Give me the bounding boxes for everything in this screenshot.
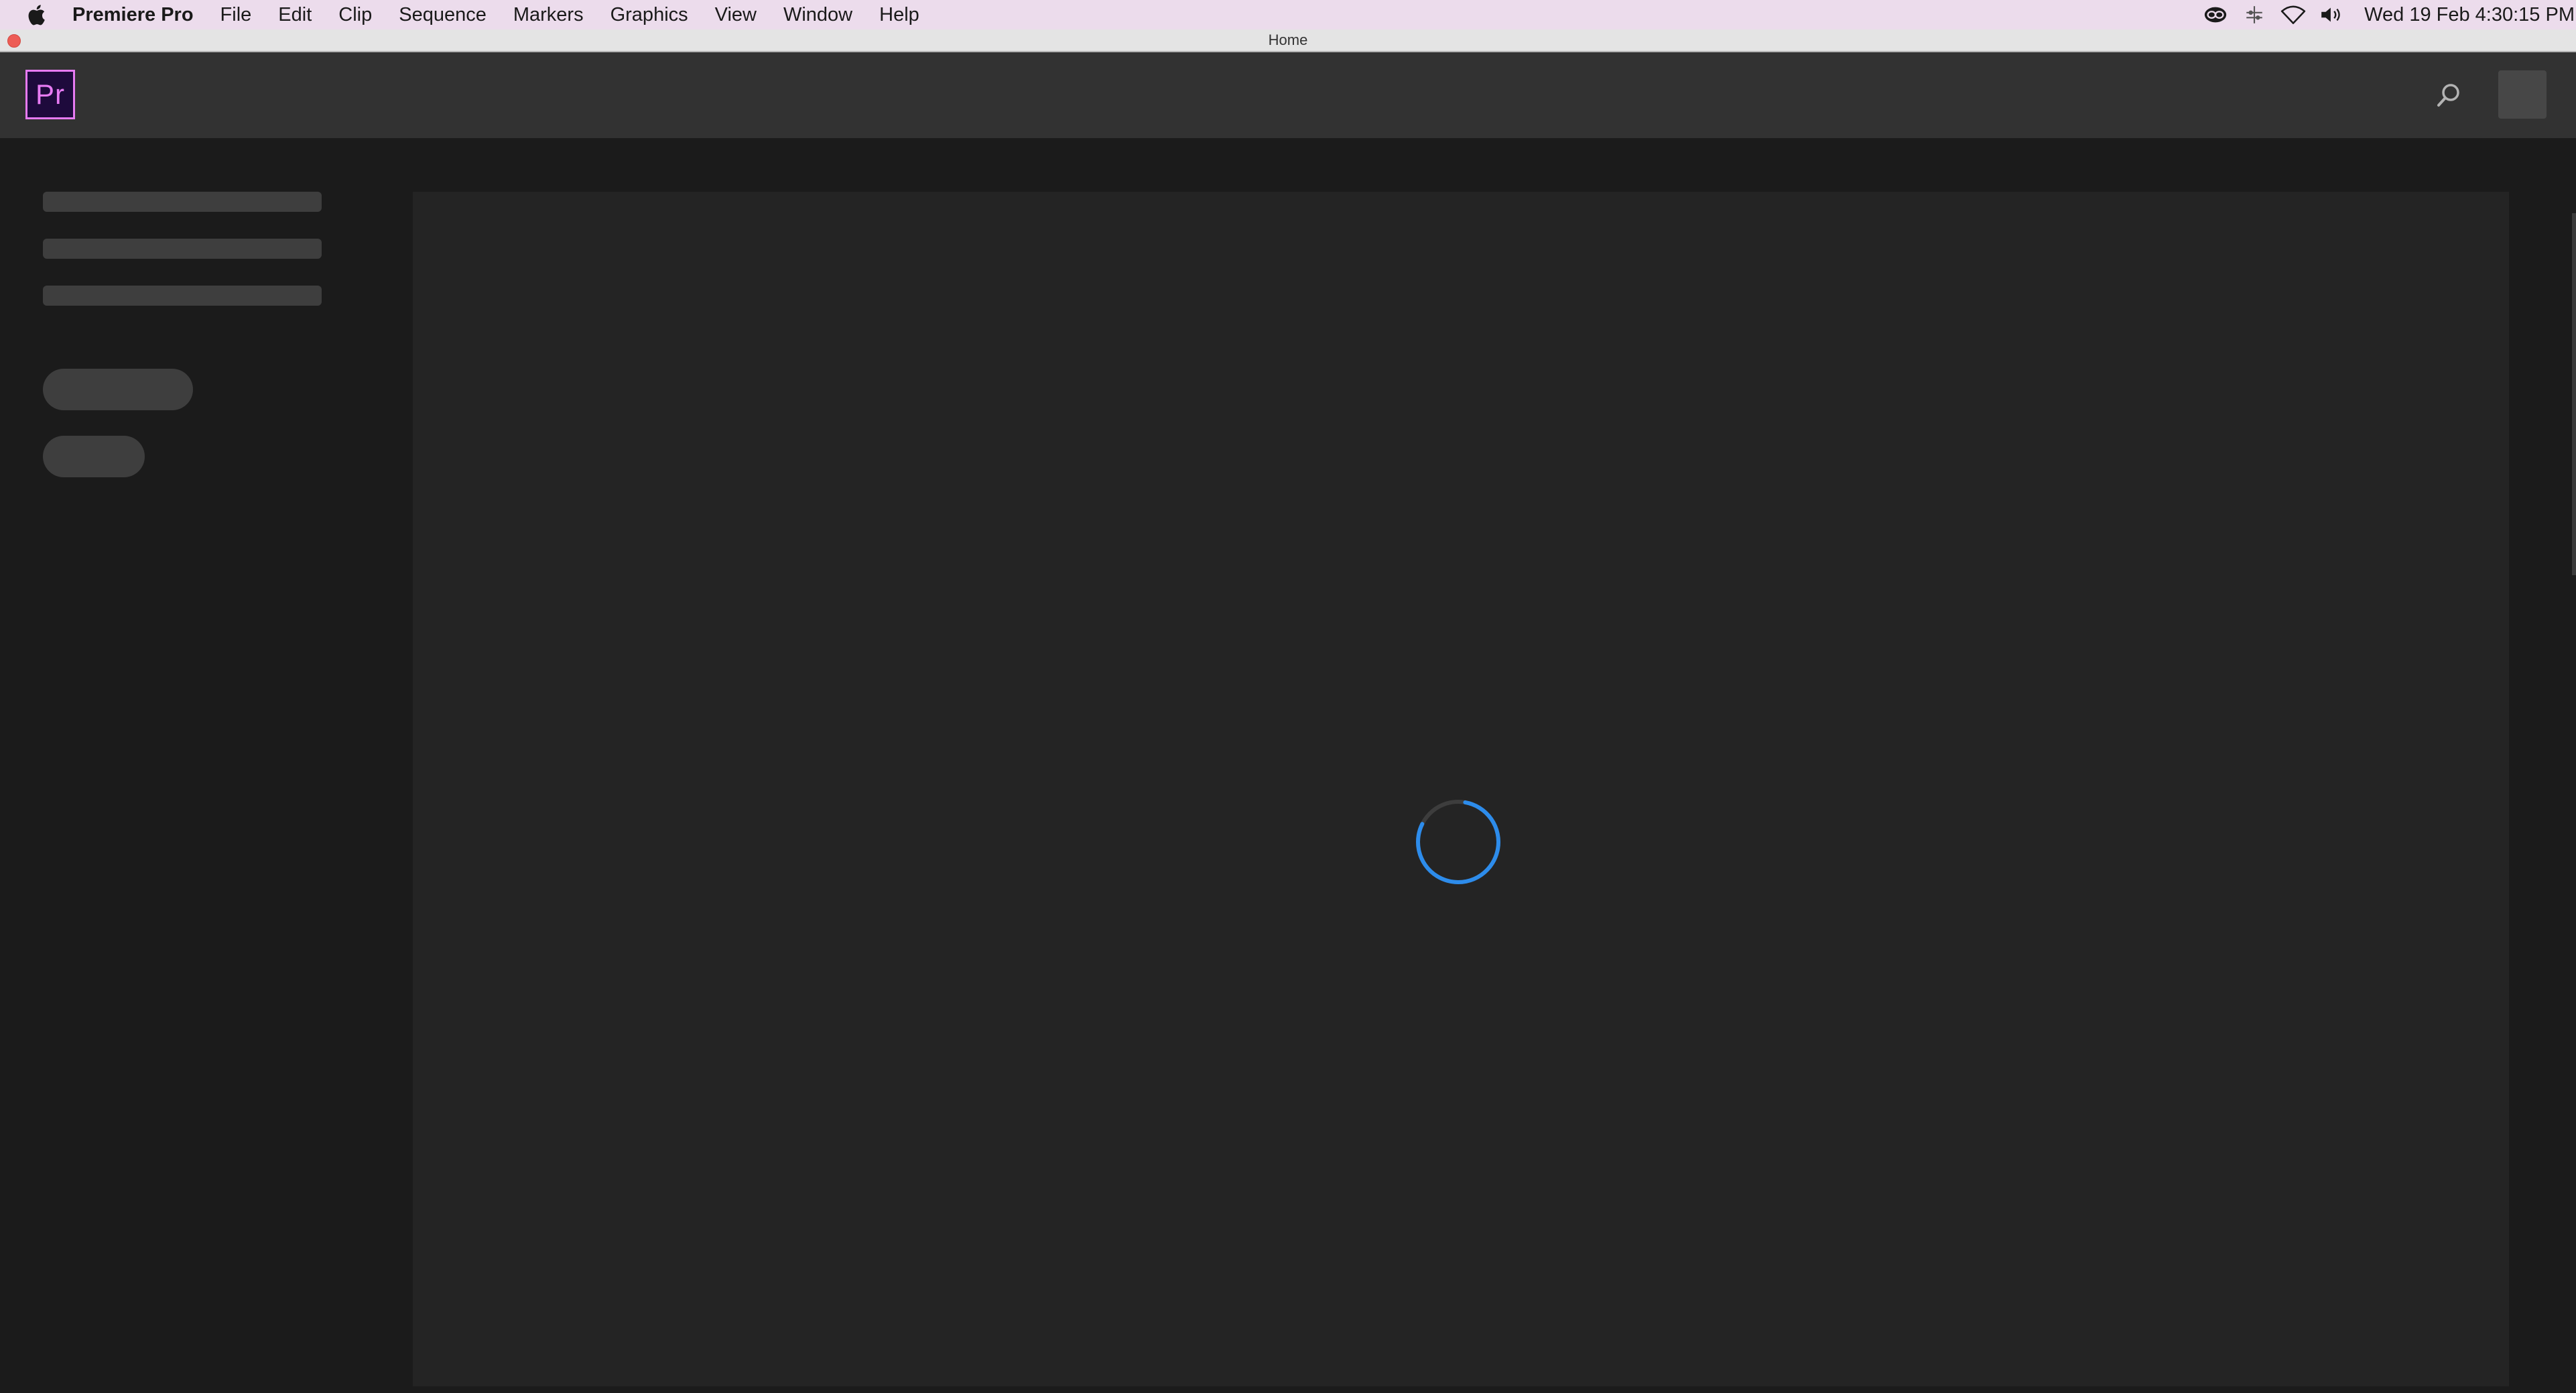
sidebar-skeleton-line — [43, 192, 322, 212]
window-titlebar: Home — [0, 29, 2576, 52]
sidebar — [0, 138, 413, 1393]
status-area: Wed 19 Feb 4:30:15 PM — [2201, 0, 2576, 29]
search-button[interactable] — [2431, 78, 2466, 113]
premiere-pro-logo: Pr — [25, 70, 75, 119]
menu-help[interactable]: Help — [879, 0, 919, 29]
main-content-panel — [413, 192, 2509, 1386]
sidebar-skeleton-line — [43, 239, 322, 259]
control-center-icon[interactable] — [2240, 0, 2269, 29]
menu-bar: Premiere Pro File Edit Clip Sequence Mar… — [0, 0, 2576, 29]
app-header: Pr — [0, 52, 2576, 138]
scroll-edge — [2572, 213, 2576, 575]
menu-markers[interactable]: Markers — [513, 0, 584, 29]
close-window-button[interactable] — [7, 34, 21, 48]
loading-spinner-icon — [1415, 798, 1502, 886]
search-icon — [2437, 84, 2459, 107]
creative-cloud-icon[interactable] — [2201, 0, 2230, 29]
sidebar-skeleton-button — [43, 436, 145, 477]
volume-icon[interactable] — [2317, 0, 2347, 29]
menu-window[interactable]: Window — [783, 0, 852, 29]
window-title: Home — [1268, 32, 1308, 48]
apple-icon[interactable] — [0, 0, 72, 29]
wifi-icon[interactable] — [2278, 0, 2308, 29]
menu-file[interactable]: File — [220, 0, 252, 29]
user-avatar[interactable] — [2498, 70, 2547, 119]
menu-app-name[interactable]: Premiere Pro — [72, 0, 194, 29]
menu-graphics[interactable]: Graphics — [610, 0, 688, 29]
sidebar-skeleton-button — [43, 369, 193, 410]
sidebar-skeleton-line — [43, 286, 322, 306]
menu-sequence[interactable]: Sequence — [399, 0, 487, 29]
menu-view[interactable]: View — [715, 0, 757, 29]
home-body — [0, 138, 2576, 1393]
menu-clock[interactable]: Wed 19 Feb 4:30:15 PM — [2364, 4, 2575, 26]
menu-clip[interactable]: Clip — [338, 0, 372, 29]
menu-edit[interactable]: Edit — [278, 0, 312, 29]
